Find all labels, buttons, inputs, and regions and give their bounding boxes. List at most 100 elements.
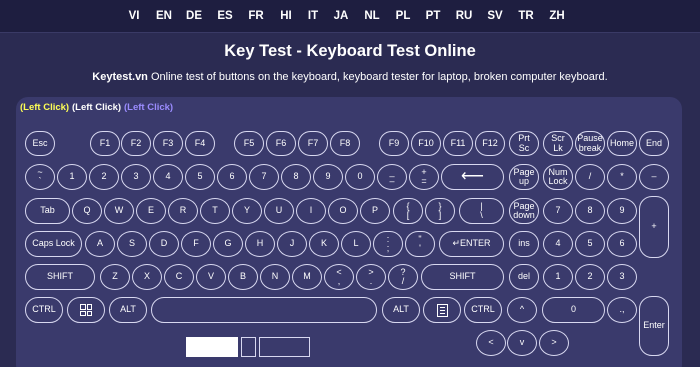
comma-key[interactable]: < , [324,264,354,290]
f1-key[interactable]: F1 [90,131,120,156]
i-key[interactable]: I [296,198,326,224]
right-shift-key[interactable]: SHIFT [421,264,504,290]
digit-8-key[interactable]: 8 [281,164,311,190]
numpad-subtract-key[interactable]: – [639,164,669,190]
numpad-0-key[interactable]: 0 [542,297,605,323]
backquote-key[interactable]: ~ ` [25,164,55,190]
right-ctrl-key[interactable]: CTRL [464,297,502,323]
f3-key[interactable]: F3 [153,131,183,156]
page-up-key[interactable]: Page up [509,164,539,190]
numpad-2-key[interactable]: 2 [575,264,605,290]
numpad-enter-key[interactable]: Enter [639,296,669,356]
digit-6-key[interactable]: 6 [217,164,247,190]
k-key[interactable]: K [309,231,339,257]
a-key[interactable]: A [85,231,115,257]
arrow-up-key[interactable]: ^ [507,297,537,323]
language-link-pt[interactable]: PT [426,10,441,22]
caps-lock-key[interactable]: Caps Lock [25,231,82,257]
r-key[interactable]: R [168,198,198,224]
c-key[interactable]: C [164,264,194,290]
arrow-right-key[interactable]: > [539,330,569,356]
numpad-7-key[interactable]: 7 [543,198,573,224]
t-key[interactable]: T [200,198,230,224]
f-key[interactable]: F [181,231,211,257]
f6-key[interactable]: F6 [266,131,296,156]
numpad-8-key[interactable]: 8 [575,198,605,224]
z-key[interactable]: Z [100,264,130,290]
language-link-fr[interactable]: FR [248,10,263,22]
f7-key[interactable]: F7 [298,131,328,156]
u-key[interactable]: U [264,198,294,224]
language-link-it[interactable]: IT [308,10,318,22]
j-key[interactable]: J [277,231,307,257]
del-key[interactable]: del [509,264,539,290]
slash-key[interactable]: ? / [388,264,418,290]
b-key[interactable]: B [228,264,258,290]
v-key[interactable]: V [196,264,226,290]
home-key[interactable]: Home [607,131,637,156]
language-link-pl[interactable]: PL [396,10,411,22]
numpad-5-key[interactable]: 5 [575,231,605,257]
f5-key[interactable]: F5 [234,131,264,156]
language-link-sv[interactable]: SV [487,10,502,22]
numpad-1-key[interactable]: 1 [543,264,573,290]
space-key[interactable] [151,297,377,323]
g-key[interactable]: G [213,231,243,257]
h-key[interactable]: H [245,231,275,257]
scroll-lock-key[interactable]: Scr Lk [543,131,573,156]
num-lock-key[interactable]: Num Lock [543,164,573,190]
context-menu-key[interactable] [423,297,461,323]
f2-key[interactable]: F2 [121,131,151,156]
digit-4-key[interactable]: 4 [153,164,183,190]
numpad-add-key[interactable]: + [639,196,669,258]
semicolon-key[interactable]: : ; [373,231,403,257]
numpad-divide-key[interactable]: / [575,164,605,190]
s-key[interactable]: S [117,231,147,257]
end-key[interactable]: End [639,131,669,156]
m-key[interactable]: M [292,264,322,290]
x-key[interactable]: X [132,264,162,290]
language-link-en[interactable]: EN [156,10,172,22]
w-key[interactable]: W [104,198,134,224]
f4-key[interactable]: F4 [185,131,215,156]
left-bracket-key[interactable]: { [ [393,198,423,224]
n-key[interactable]: N [260,264,290,290]
period-key[interactable]: > . [356,264,386,290]
language-link-hi[interactable]: HI [280,10,292,22]
f11-key[interactable]: F11 [443,131,473,156]
f9-key[interactable]: F9 [379,131,409,156]
digit-2-key[interactable]: 2 [89,164,119,190]
arrow-down-key[interactable]: v [507,330,537,356]
print-screen-key[interactable]: Prt Sc [509,131,539,156]
f8-key[interactable]: F8 [330,131,360,156]
left-alt-key[interactable]: ALT [109,297,147,323]
backspace-key[interactable]: ⟵ [441,164,504,190]
numpad-4-key[interactable]: 4 [543,231,573,257]
right-alt-key[interactable]: ALT [382,297,420,323]
arrow-left-key[interactable]: < [476,330,506,356]
quote-key[interactable]: " ' [405,231,435,257]
language-link-ja[interactable]: JA [334,10,349,22]
digit-0-key[interactable]: 0 [345,164,375,190]
f12-key[interactable]: F12 [475,131,505,156]
language-link-tr[interactable]: TR [518,10,533,22]
windows-key[interactable] [67,297,105,323]
language-link-nl[interactable]: NL [364,10,379,22]
ins-key[interactable]: ins [509,231,539,257]
esc-key[interactable]: Esc [25,131,55,156]
digit-5-key[interactable]: 5 [185,164,215,190]
digit-7-key[interactable]: 7 [249,164,279,190]
language-link-ru[interactable]: RU [456,10,473,22]
minus-key[interactable]: _ – [377,164,407,190]
numpad-3-key[interactable]: 3 [607,264,637,290]
e-key[interactable]: E [136,198,166,224]
f10-key[interactable]: F10 [411,131,441,156]
pause-break-key[interactable]: Pause break [575,131,605,156]
right-bracket-key[interactable]: } ] [425,198,455,224]
l-key[interactable]: L [341,231,371,257]
digit-1-key[interactable]: 1 [57,164,87,190]
numpad-6-key[interactable]: 6 [607,231,637,257]
y-key[interactable]: Y [232,198,262,224]
enter-key[interactable]: ↵ENTER [439,231,504,257]
p-key[interactable]: P [360,198,390,224]
